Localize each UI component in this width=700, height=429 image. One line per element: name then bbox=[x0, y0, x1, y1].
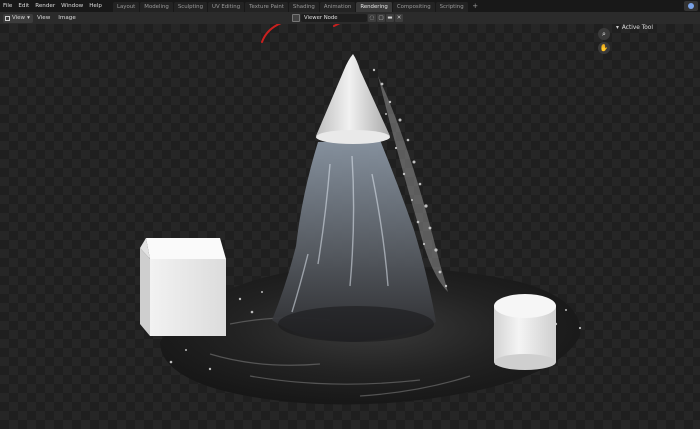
image-datablock: Viewer Node ◌ ▢ ▬ ✕ bbox=[292, 13, 403, 23]
fake-user-icon[interactable]: ◌ bbox=[368, 14, 376, 22]
tab-uv-editing[interactable]: UV Editing bbox=[208, 1, 246, 12]
tab-rendering[interactable]: Rendering bbox=[356, 1, 393, 12]
menu-render[interactable]: Render bbox=[32, 0, 58, 12]
menu-edit[interactable]: Edit bbox=[15, 0, 32, 12]
editor-type-dropdown[interactable]: View ▾ bbox=[3, 13, 33, 23]
cone-rim bbox=[316, 130, 390, 144]
cube-object bbox=[140, 238, 226, 336]
column-base bbox=[278, 306, 434, 342]
active-tool-panel[interactable]: ▾ Active Tool bbox=[616, 25, 653, 31]
annotation-stroke bbox=[261, 24, 341, 43]
tab-sculpting[interactable]: Sculpting bbox=[173, 1, 208, 12]
open-folder-icon[interactable]: ▬ bbox=[386, 14, 394, 22]
cone-emitter bbox=[316, 54, 390, 141]
chevron-down-icon: ▾ bbox=[27, 15, 30, 21]
active-tool-label: Active Tool bbox=[621, 25, 653, 31]
tab-modeling[interactable]: Modeling bbox=[140, 1, 174, 12]
magnify-icon[interactable]: ⌕ bbox=[598, 28, 610, 40]
workspace-tabs: Layout Modeling Sculpting UV Editing Texture… bbox=[112, 0, 469, 12]
image-menu[interactable]: Image bbox=[54, 12, 80, 24]
tab-scripting[interactable]: Scripting bbox=[435, 1, 469, 12]
add-workspace-button[interactable]: + bbox=[471, 2, 480, 11]
tab-compositing[interactable]: Compositing bbox=[392, 1, 436, 12]
tab-texture-paint[interactable]: Texture Paint bbox=[245, 1, 289, 12]
top-bar: File Edit Render Window Help Layout Modeling S… bbox=[0, 0, 700, 12]
tab-shading[interactable]: Shading bbox=[288, 1, 320, 12]
editor-type-label: View bbox=[12, 15, 26, 21]
image-editor-icon bbox=[5, 15, 10, 21]
chevron-down-icon: ▾ bbox=[616, 25, 619, 31]
view-menu[interactable]: View bbox=[33, 12, 54, 24]
tab-animation[interactable]: Animation bbox=[319, 1, 357, 12]
image-name-field[interactable]: Viewer Node bbox=[301, 14, 367, 22]
cylinder-object bbox=[494, 294, 556, 370]
menu-window[interactable]: Window bbox=[58, 0, 86, 12]
menu-help[interactable]: Help bbox=[86, 0, 105, 12]
render-result bbox=[140, 24, 582, 405]
main-menu: File Edit Render Window Help bbox=[0, 0, 105, 12]
image-browse-icon[interactable] bbox=[292, 14, 300, 22]
tab-layout[interactable]: Layout bbox=[112, 1, 141, 12]
new-image-icon[interactable]: ▢ bbox=[377, 14, 385, 22]
scene-selector-icon[interactable] bbox=[684, 1, 698, 11]
hand-icon[interactable]: ✋ bbox=[598, 42, 610, 54]
close-icon[interactable]: ✕ bbox=[395, 14, 403, 22]
menu-file[interactable]: File bbox=[0, 0, 15, 12]
image-viewport[interactable]: ⌕ ✋ bbox=[0, 24, 700, 429]
